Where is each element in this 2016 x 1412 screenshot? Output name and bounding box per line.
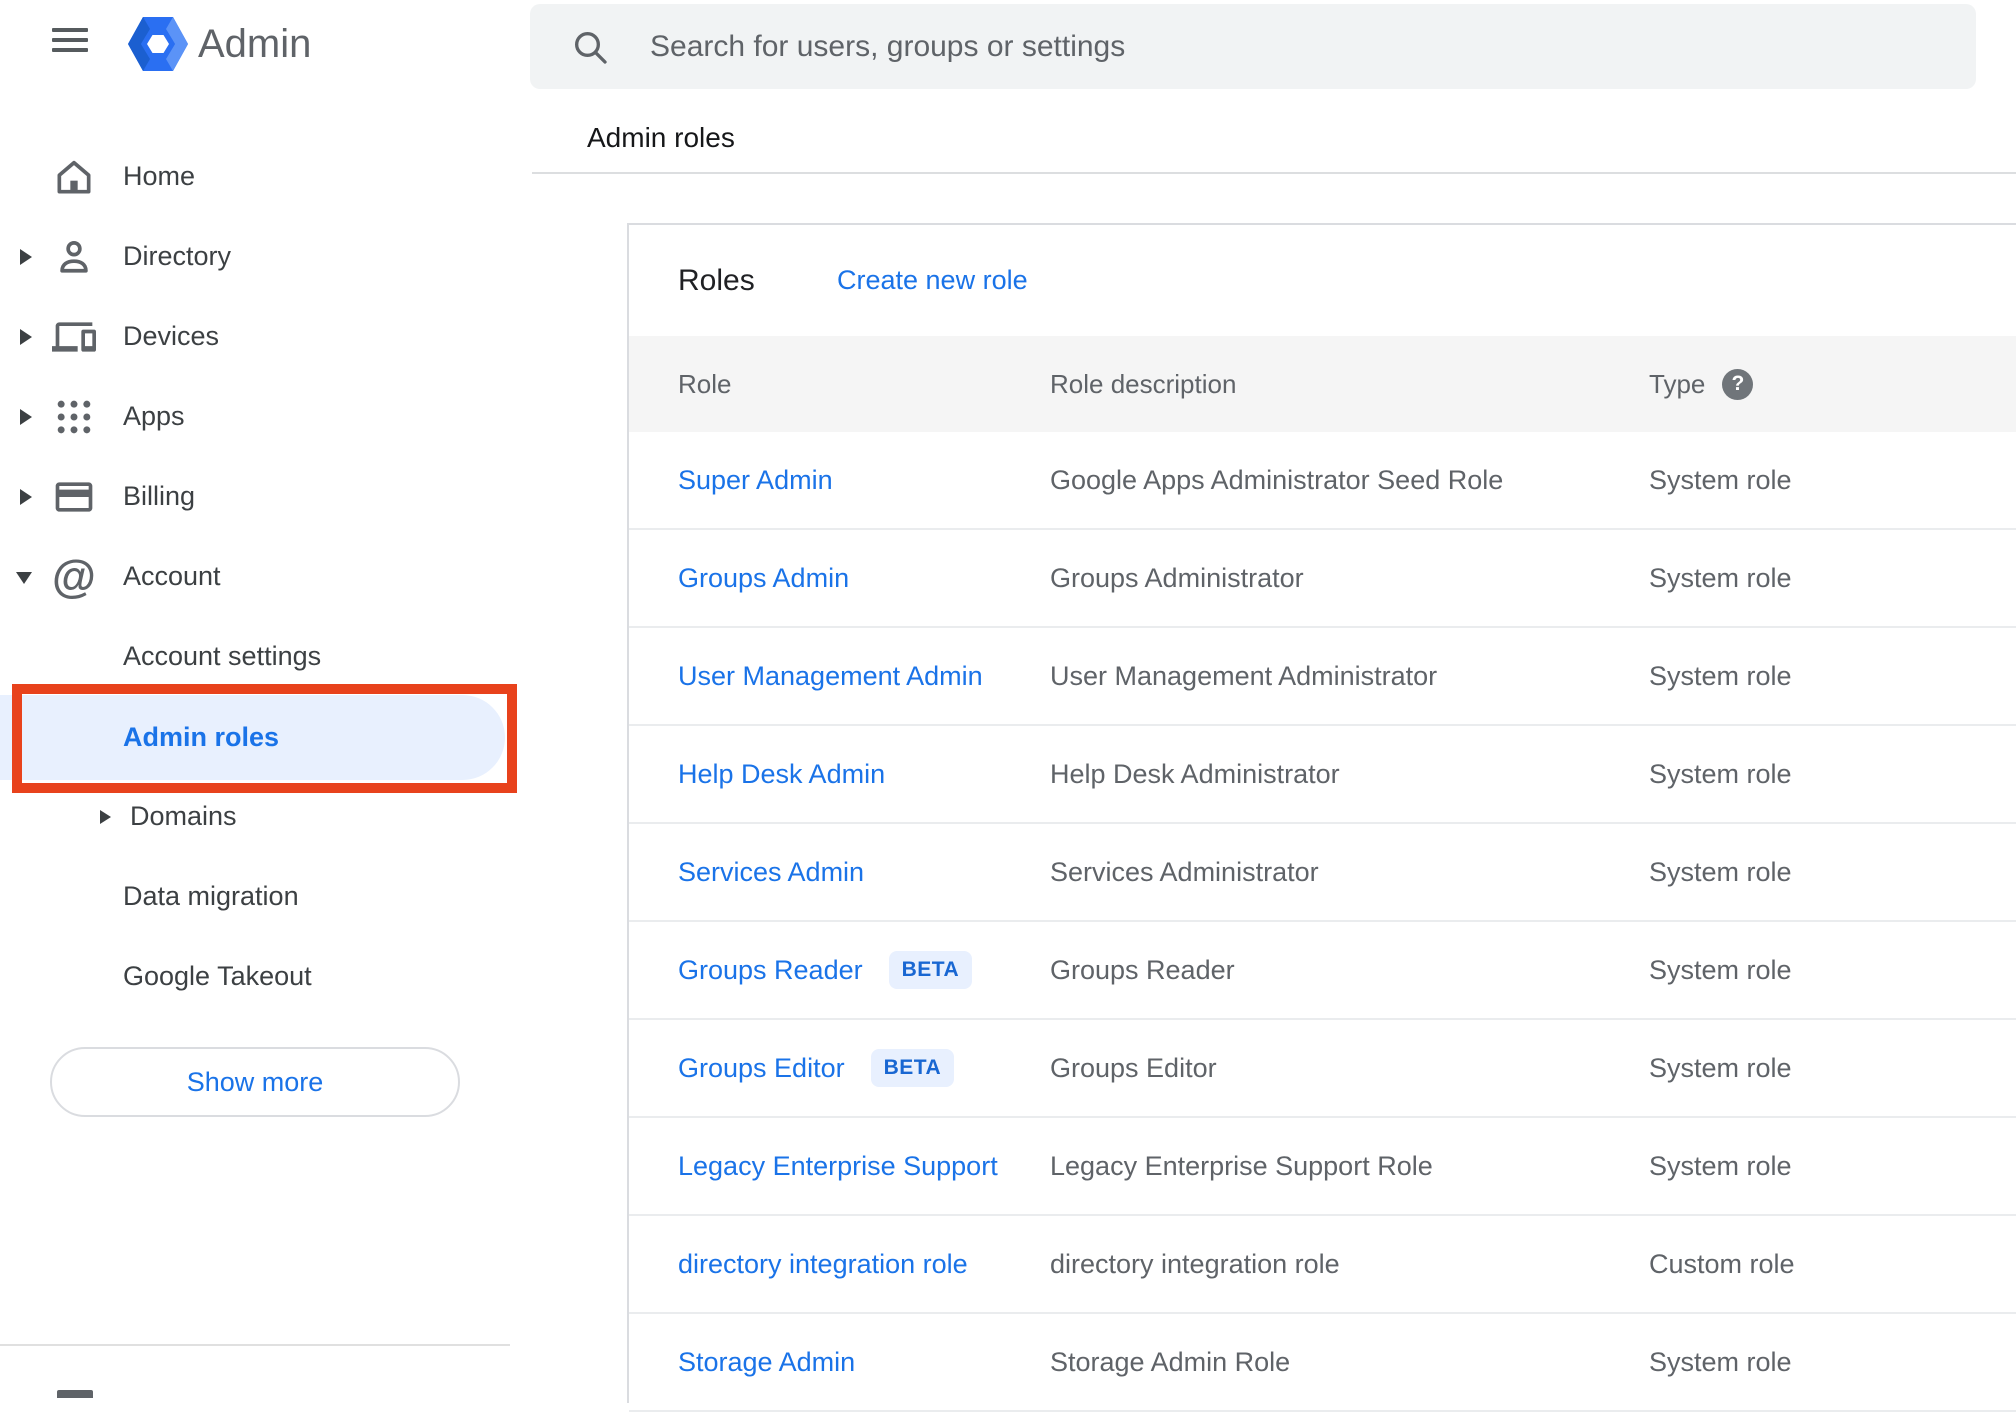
column-header-role: Role xyxy=(678,368,732,399)
table-row: User Management Admin User Management Adm… xyxy=(629,628,2016,726)
menu-icon[interactable] xyxy=(52,26,88,58)
role-link[interactable]: Storage Admin xyxy=(678,1347,855,1378)
chevron-right-icon[interactable] xyxy=(20,489,32,505)
role-link[interactable]: User Management Admin xyxy=(678,661,983,692)
sidebar-item-account-settings[interactable]: Account settings xyxy=(0,617,510,697)
roles-card: Roles Create new role Role Role descript… xyxy=(627,223,2016,1412)
sidebar-item-data-migration[interactable]: Data migration xyxy=(0,857,510,937)
role-link[interactable]: Help Desk Admin xyxy=(678,759,885,790)
table-row: directory integration role directory inte… xyxy=(629,1216,2016,1314)
role-description: directory integration role xyxy=(1050,1248,1340,1279)
create-new-role-link[interactable]: Create new role xyxy=(837,265,1028,296)
role-description: Groups Administrator xyxy=(1050,562,1304,593)
role-description: Help Desk Administrator xyxy=(1050,758,1340,789)
sidebar-item-label: Directory xyxy=(123,240,232,271)
sidebar-item-label: Account xyxy=(123,560,221,591)
table-body: Super Admin Google Apps Administrator See… xyxy=(629,432,2016,1412)
search-icon xyxy=(575,31,607,64)
role-type: System role xyxy=(1649,1052,1792,1083)
role-type: System role xyxy=(1649,1150,1792,1181)
role-link[interactable]: Groups Editor xyxy=(678,1053,845,1084)
sidebar-item-billing[interactable]: Billing xyxy=(0,457,510,537)
column-header-type: Type ? xyxy=(1649,368,2016,400)
app-title: Admin xyxy=(198,22,312,66)
role-description: Storage Admin Role xyxy=(1050,1346,1291,1377)
table-row: Help Desk Admin Help Desk Administrator Sy… xyxy=(629,726,2016,824)
role-link[interactable]: Super Admin xyxy=(678,465,833,496)
sidebar-divider xyxy=(0,1344,510,1346)
table-header: Role Role description Type ? xyxy=(629,336,2016,432)
header-divider xyxy=(532,172,2016,174)
role-description: Groups Reader xyxy=(1050,954,1235,985)
search-bar[interactable] xyxy=(530,4,1976,89)
chevron-right-icon[interactable] xyxy=(20,409,32,425)
sidebar-item-label: Apps xyxy=(123,400,185,431)
role-type: System role xyxy=(1649,856,1792,887)
sidebar-item-google-takeout[interactable]: Google Takeout xyxy=(0,937,510,1017)
sidebar-item-label: Billing xyxy=(123,480,196,511)
role-description: Legacy Enterprise Support Role xyxy=(1050,1150,1433,1181)
beta-badge: BETA xyxy=(888,951,973,989)
breadcrumb: Admin roles xyxy=(587,122,735,153)
sidebar-item-label: Domains xyxy=(130,800,237,831)
chevron-right-icon[interactable] xyxy=(100,810,111,824)
sidebar-item-label: Data migration xyxy=(123,880,299,911)
sidebar-item-account[interactable]: @ Account xyxy=(0,537,510,617)
table-row: Super Admin Google Apps Administrator See… xyxy=(629,432,2016,530)
admin-logo-icon xyxy=(128,15,188,73)
beta-badge: BETA xyxy=(870,1049,955,1087)
sidebar-item-apps[interactable]: Apps xyxy=(0,377,510,457)
role-type: System role xyxy=(1649,758,1792,789)
devices-icon xyxy=(52,315,96,359)
sidebar-item-label: Home xyxy=(123,160,196,191)
sidebar-item-directory[interactable]: Directory xyxy=(0,217,510,297)
role-link[interactable]: Services Admin xyxy=(678,857,864,888)
table-row: Groups Editor BETA Groups Editor System rol… xyxy=(629,1020,2016,1118)
sidebar-item-label: Google Takeout xyxy=(123,960,312,991)
search-input[interactable] xyxy=(648,28,1976,65)
page-title: Roles xyxy=(678,263,755,297)
sidebar-item-label: Account settings xyxy=(123,640,322,671)
role-description: User Management Administrator xyxy=(1050,660,1438,691)
role-type: System role xyxy=(1649,562,1792,593)
sidebar-item-label: Admin roles xyxy=(123,721,280,752)
table-row: Legacy Enterprise Support Legacy Enterpri… xyxy=(629,1118,2016,1216)
table-row: Groups Reader BETA Groups Reader System rol… xyxy=(629,922,2016,1020)
role-type: System role xyxy=(1649,954,1792,985)
credit-card-icon xyxy=(52,475,96,519)
role-link[interactable]: Legacy Enterprise Support xyxy=(678,1151,998,1182)
help-icon[interactable]: ? xyxy=(1722,368,1754,400)
at-sign-icon: @ xyxy=(52,551,96,602)
table-row: Groups Admin Groups Administrator System r… xyxy=(629,530,2016,628)
chevron-right-icon[interactable] xyxy=(20,329,32,345)
apps-grid-icon xyxy=(52,395,96,439)
column-header-role-description: Role description xyxy=(1050,368,1237,399)
chevron-right-icon[interactable] xyxy=(20,249,32,265)
role-type: System role xyxy=(1649,464,1792,495)
show-more-button[interactable]: Show more xyxy=(50,1047,460,1117)
role-description: Google Apps Administrator Seed Role xyxy=(1050,464,1504,495)
sidebar-item-devices[interactable]: Devices xyxy=(0,297,510,377)
role-link[interactable]: Groups Reader xyxy=(678,955,863,986)
person-icon xyxy=(52,235,96,279)
chevron-down-icon[interactable] xyxy=(16,572,32,584)
sidebar-item-home[interactable]: Home xyxy=(0,137,510,217)
role-type: System role xyxy=(1649,660,1792,691)
partial-bottom-icon xyxy=(57,1390,93,1398)
table-row: Services Admin Services Administrator Syst… xyxy=(629,824,2016,922)
role-type: Custom role xyxy=(1649,1248,1795,1279)
sidebar-item-domains[interactable]: Domains xyxy=(0,777,510,857)
role-link[interactable]: directory integration role xyxy=(678,1249,968,1280)
role-link[interactable]: Groups Admin xyxy=(678,563,849,594)
sidebar-item-label: Devices xyxy=(123,320,220,351)
role-description: Groups Editor xyxy=(1050,1052,1217,1083)
table-row: Storage Admin Storage Admin Role System ro… xyxy=(629,1314,2016,1412)
role-description: Services Administrator xyxy=(1050,856,1319,887)
role-type: System role xyxy=(1649,1346,1792,1377)
sidebar-item-admin-roles[interactable]: Admin roles xyxy=(0,695,505,780)
home-icon xyxy=(52,155,96,199)
